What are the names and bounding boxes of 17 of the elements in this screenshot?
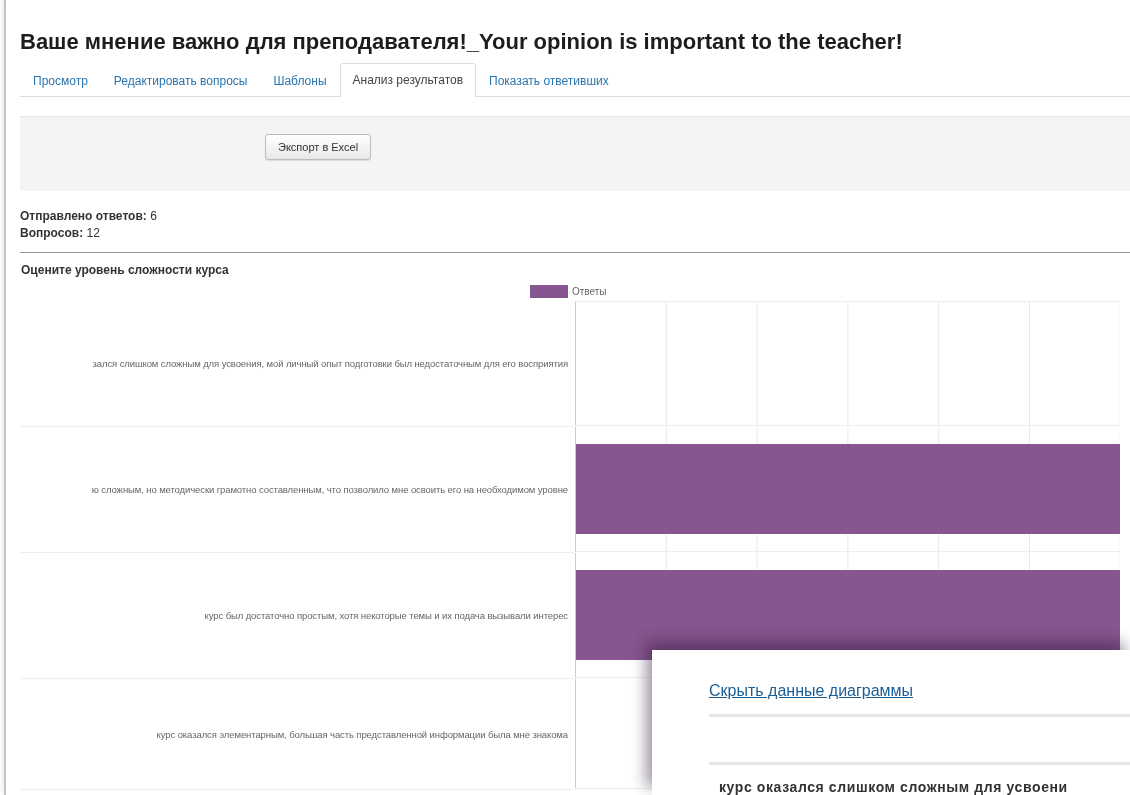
table-cell-text: курс оказался слишком сложным для усвоени bbox=[719, 779, 1069, 795]
stat-line: Вопросов: 12 bbox=[20, 225, 101, 242]
tab[interactable]: Анализ результатов bbox=[339, 63, 477, 97]
export-button[interactable]: Экспорт в Excel bbox=[265, 134, 372, 160]
tab[interactable]: Просмотр bbox=[20, 64, 101, 97]
page-title: Ваше мнение важно для преподавателя!_Your opinion is important to the teacher! bbox=[20, 28, 904, 56]
bar-label: ю сложным, но методически грамотно составленным, что позволило мне освоить его на необходимом уровне bbox=[91, 484, 568, 495]
stat-line: Отправлено ответов: 6 bbox=[20, 208, 158, 225]
tab[interactable]: Показать ответивших bbox=[476, 64, 622, 97]
bar-label: курс оказался элементарным, большая часть представленной информации была мне знакома bbox=[156, 728, 568, 740]
hide-chart-data-link[interactable]: Скрыть данные диаграммы bbox=[709, 682, 914, 699]
tab[interactable]: Шаблоны bbox=[260, 64, 340, 97]
tab[interactable]: Редактировать вопросы bbox=[100, 64, 261, 97]
question-title: Оцените уровень сложности курса bbox=[21, 262, 230, 279]
legend-label: Ответы bbox=[572, 285, 607, 297]
bar-label: курс был достаточно простым, хотя некоторые темы и их подача вызывали интерес bbox=[204, 610, 568, 621]
bar-label: зался слишком сложным для усвоения, мой личный опыт подготовки был недостаточным для его восприятия bbox=[92, 358, 568, 369]
